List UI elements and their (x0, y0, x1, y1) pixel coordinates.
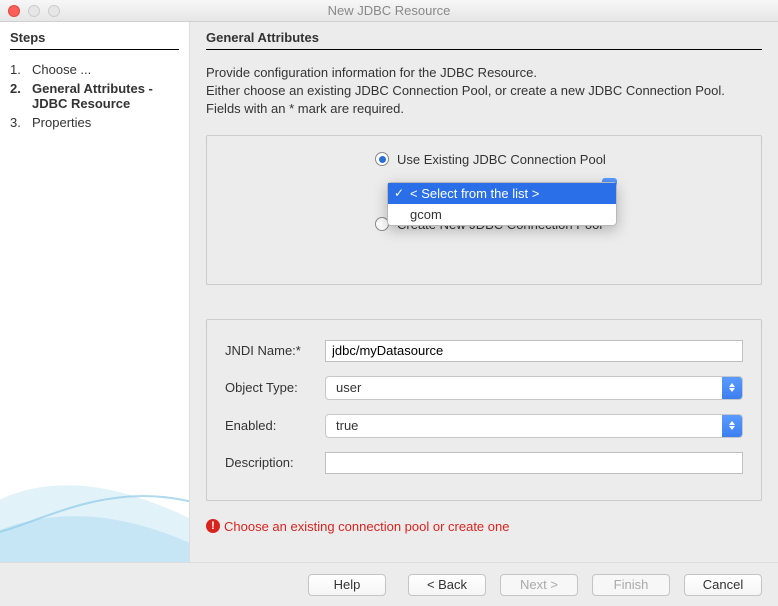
close-window-button[interactable] (8, 5, 20, 17)
dropdown-option-placeholder[interactable]: < Select from the list > (388, 183, 616, 204)
cancel-button[interactable]: Cancel (684, 574, 762, 596)
intro-text: Provide configuration information for th… (206, 64, 762, 119)
intro-line: Provide configuration information for th… (206, 64, 762, 82)
minimize-window-button (28, 5, 40, 17)
jndi-name-label: JNDI Name:* (225, 343, 325, 358)
error-icon: ! (206, 519, 220, 533)
jndi-name-input[interactable] (325, 340, 743, 362)
dropdown-option[interactable]: gcom (388, 204, 616, 225)
connection-pool-panel: Use Existing JDBC Connection Pool Create… (206, 135, 762, 285)
content-area: General Attributes Provide configuration… (190, 22, 778, 562)
radio-label: Use Existing JDBC Connection Pool (397, 152, 606, 167)
help-button[interactable]: Help (308, 574, 386, 596)
description-input[interactable] (325, 452, 743, 474)
step-label: General Attributes - JDBC Resource (32, 81, 179, 111)
back-button[interactable]: < Back (408, 574, 486, 596)
step-item-current: 2. General Attributes - JDBC Resource (10, 79, 179, 113)
field-row-enabled: Enabled: true (225, 414, 743, 438)
connection-pool-dropdown[interactable]: < Select from the list > gcom (387, 182, 617, 226)
window-title: New JDBC Resource (328, 3, 451, 18)
chevron-updown-icon (722, 377, 742, 399)
error-message: Choose an existing connection pool or cr… (224, 519, 509, 534)
wizard-button-bar: Help < Back Next > Finish Cancel (0, 562, 778, 606)
field-row-description: Description: (225, 452, 743, 474)
step-number: 1. (10, 62, 32, 77)
traffic-lights (0, 5, 60, 17)
radio-use-existing[interactable]: Use Existing JDBC Connection Pool (375, 152, 745, 167)
titlebar: New JDBC Resource (0, 0, 778, 22)
enabled-value: true (325, 414, 743, 438)
field-row-jndi: JNDI Name:* (225, 340, 743, 362)
intro-line: Fields with an * mark are required. (206, 100, 762, 118)
sidebar-decorative-art (0, 402, 190, 562)
enabled-select[interactable]: true (325, 414, 743, 438)
step-number: 2. (10, 81, 32, 96)
steps-list: 1. Choose ... 2. General Attributes - JD… (10, 60, 179, 132)
object-type-select[interactable]: user (325, 376, 743, 400)
step-number: 3. (10, 115, 32, 130)
step-label: Properties (32, 115, 91, 130)
step-label: Choose ... (32, 62, 91, 77)
attributes-panel: JNDI Name:* Object Type: user Enabled: t… (206, 319, 762, 501)
step-item: 3. Properties (10, 113, 179, 132)
error-message-row: ! Choose an existing connection pool or … (206, 519, 762, 534)
chevron-updown-icon (722, 415, 742, 437)
enabled-label: Enabled: (225, 418, 325, 433)
finish-button: Finish (592, 574, 670, 596)
intro-line: Either choose an existing JDBC Connectio… (206, 82, 762, 100)
object-type-value: user (325, 376, 743, 400)
next-button: Next > (500, 574, 578, 596)
steps-heading: Steps (10, 30, 179, 50)
field-row-object-type: Object Type: user (225, 376, 743, 400)
step-item: 1. Choose ... (10, 60, 179, 79)
content-heading: General Attributes (206, 30, 762, 50)
object-type-label: Object Type: (225, 380, 325, 395)
zoom-window-button (48, 5, 60, 17)
radio-icon (375, 152, 389, 166)
steps-sidebar: Steps 1. Choose ... 2. General Attribute… (0, 22, 190, 562)
description-label: Description: (225, 455, 325, 470)
